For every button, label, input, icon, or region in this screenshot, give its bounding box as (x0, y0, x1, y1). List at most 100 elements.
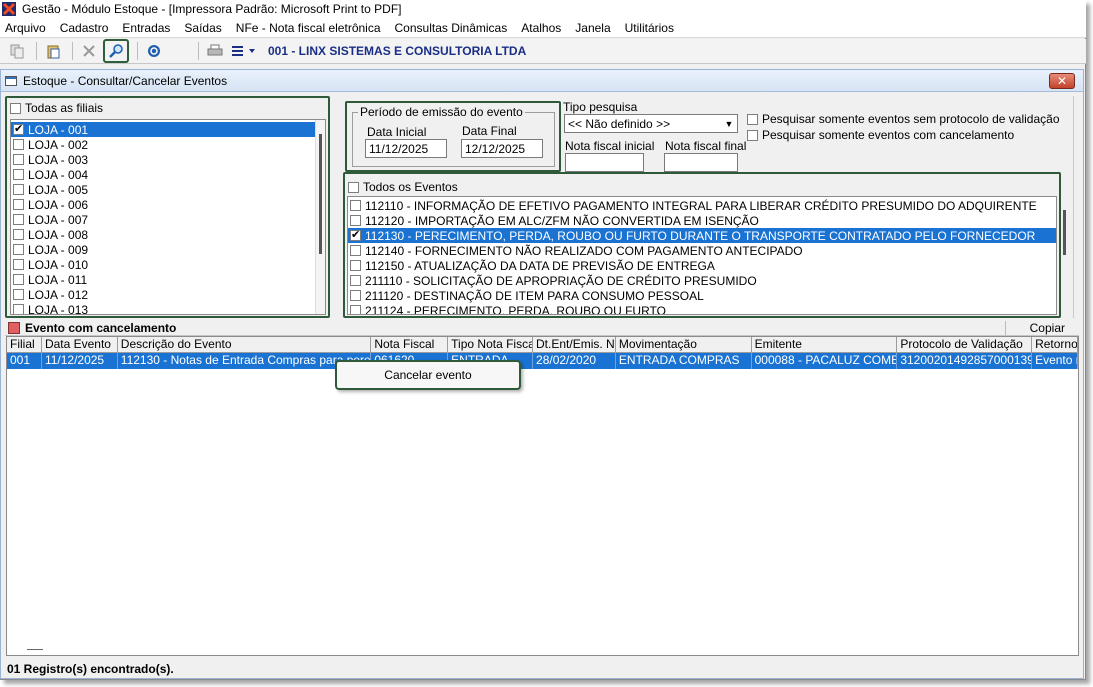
branches-scrollbar[interactable] (315, 120, 325, 314)
search-icon[interactable] (103, 39, 129, 63)
event-checkbox[interactable] (350, 200, 361, 211)
grid-column-header[interactable]: Emitente (751, 337, 898, 353)
opt-with-cancel[interactable]: Pesquisar somente eventos com cancelamen… (747, 128, 1014, 142)
grid-column-header[interactable]: Movimentação (615, 337, 752, 353)
branch-list-item[interactable]: LOJA - 010 (11, 257, 323, 272)
cancel-event-menu-item[interactable]: Cancelar evento (384, 368, 471, 382)
refresh-icon[interactable] (143, 41, 165, 61)
branch-label: LOJA - 001 (28, 122, 89, 137)
branch-list-item[interactable]: LOJA - 006 (11, 197, 323, 212)
event-checkbox[interactable] (350, 260, 361, 271)
grid-column-header[interactable]: Dt.Ent/Emis. NF (533, 337, 616, 353)
menu-cadastro[interactable]: Cadastro (60, 21, 109, 35)
copy-button[interactable]: Copiar (1004, 320, 1079, 335)
menu-arquivo[interactable]: Arquivo (5, 21, 46, 35)
branch-checkbox[interactable] (13, 184, 24, 195)
event-list-item[interactable]: 211120 - DESTINAÇÃO DE ITEM PARA CONSUMO… (348, 288, 1056, 303)
start-date-field[interactable]: 11/12/2025 (365, 139, 447, 158)
branch-checkbox[interactable] (13, 229, 24, 240)
branch-label: LOJA - 002 (28, 137, 89, 152)
event-checkbox[interactable] (350, 305, 361, 314)
branch-list-item[interactable]: LOJA - 007 (11, 212, 323, 227)
branch-list-item[interactable]: LOJA - 012 (11, 287, 323, 302)
table-row[interactable]: 001 11/12/2025 112130 - Notas de Entrada C… (7, 353, 1078, 369)
end-date-field[interactable]: 12/12/2025 (461, 139, 543, 158)
branch-checkbox[interactable] (13, 199, 24, 210)
event-label: 112120 - IMPORTAÇÃO EM ALC/ZFM NÃO CONVE… (365, 213, 759, 228)
all-events-checkbox[interactable] (348, 181, 359, 193)
nf-end-field[interactable] (664, 153, 738, 172)
grid-column-header[interactable]: Nota Fiscal (371, 337, 449, 353)
branch-checkbox[interactable] (13, 244, 24, 255)
grid-column-header[interactable]: Tipo Nota Fiscal (448, 337, 534, 353)
branch-label: LOJA - 011 (28, 272, 88, 287)
event-checkbox[interactable] (350, 290, 361, 301)
all-branches-toggle[interactable]: Todas as filiais (10, 101, 103, 115)
branch-checkbox[interactable] (13, 214, 24, 225)
grid-column-header[interactable]: Filial (7, 337, 42, 353)
branch-list-item[interactable]: LOJA - 002 (11, 137, 323, 152)
branch-list-item[interactable]: LOJA - 013 (11, 302, 323, 314)
event-list-item[interactable]: 112140 - FORNECIMENTO NÃO REALIZADO COM … (348, 243, 1056, 258)
opt-no-protocol-checkbox[interactable] (747, 113, 758, 125)
table-cell: 112130 - Notas de Entrada Compras para p… (118, 353, 372, 369)
event-checkbox[interactable] (350, 228, 361, 241)
grid-column-header[interactable]: Protocolo de Validação (897, 337, 1033, 353)
branch-checkbox[interactable] (13, 169, 24, 180)
branch-checkbox[interactable] (13, 259, 24, 270)
event-list-item[interactable]: 211110 - SOLICITAÇÃO DE APROPRIAÇÃO DE C… (348, 273, 1056, 288)
events-list[interactable]: 112110 - INFORMAÇÃO DE EFETIVO PAGAMENTO… (347, 196, 1057, 315)
event-checkbox[interactable] (350, 275, 361, 286)
branch-checkbox[interactable] (13, 289, 24, 300)
search-type-dropdown[interactable]: << Não definido >> ▼ (564, 114, 738, 133)
list-icon[interactable] (229, 41, 259, 61)
branches-list[interactable]: LOJA - 001LOJA - 002LOJA - 003LOJA - 004… (10, 119, 326, 315)
event-checkbox[interactable] (350, 215, 361, 226)
event-label: 211110 - SOLICITAÇÃO DE APROPRIAÇÃO DE C… (365, 273, 757, 288)
grid-column-header[interactable]: Retorno (1032, 337, 1078, 353)
events-scrollbar[interactable] (1063, 210, 1066, 255)
menu-saidas[interactable]: Saídas (184, 21, 221, 35)
branch-list-item[interactable]: LOJA - 001 (11, 122, 323, 137)
menu-utilitarios[interactable]: Utilitários (625, 21, 674, 35)
event-checkbox[interactable] (350, 245, 361, 256)
branch-checkbox[interactable] (13, 274, 24, 285)
event-list-item[interactable]: 211124 - PERECIMENTO, PERDA, ROUBO OU FU… (348, 303, 1056, 315)
event-list-item[interactable]: 112120 - IMPORTAÇÃO EM ALC/ZFM NÃO CONVE… (348, 213, 1056, 228)
all-branches-checkbox[interactable] (10, 102, 21, 114)
close-button[interactable]: ✕ (1049, 73, 1075, 89)
event-list-item[interactable]: 112110 - INFORMAÇÃO DE EFETIVO PAGAMENTO… (348, 198, 1056, 213)
branch-checkbox[interactable] (13, 139, 24, 150)
branch-list-item[interactable]: LOJA - 005 (11, 182, 323, 197)
menu-consultas-dinamicas[interactable]: Consultas Dinâmicas (395, 21, 508, 35)
table-cell: 11/12/2025 (42, 353, 118, 369)
opt-with-cancel-checkbox[interactable] (747, 129, 758, 141)
nf-start-field[interactable] (565, 153, 644, 172)
menu-janela[interactable]: Janela (575, 21, 610, 35)
chevron-down-icon[interactable]: ▼ (721, 115, 737, 132)
menu-entradas[interactable]: Entradas (122, 21, 170, 35)
paste-icon[interactable] (42, 41, 64, 61)
branch-list-item[interactable]: LOJA - 008 (11, 227, 323, 242)
print-icon[interactable] (204, 41, 226, 61)
events-window-title: Estoque - Consultar/Cancelar Eventos (23, 73, 228, 88)
branch-list-item[interactable]: LOJA - 011 (11, 272, 323, 287)
delete-icon[interactable] (78, 41, 100, 61)
all-events-toggle[interactable]: Todos os Eventos (348, 180, 458, 194)
branch-checkbox[interactable] (13, 122, 24, 135)
branch-checkbox[interactable] (13, 304, 24, 314)
branch-checkbox[interactable] (13, 154, 24, 165)
menu-nfe[interactable]: NFe - Nota fiscal eletrônica (236, 21, 381, 35)
grid-column-header[interactable]: Data Evento (41, 337, 118, 353)
event-list-item[interactable]: 112130 - PERECIMENTO, PERDA, ROUBO OU FU… (348, 228, 1056, 243)
grid-column-header[interactable]: Descrição do Evento (117, 337, 372, 353)
event-label: 211124 - PERECIMENTO, PERDA, ROUBO OU FU… (365, 303, 666, 315)
branch-list-item[interactable]: LOJA - 003 (11, 152, 323, 167)
branch-list-item[interactable]: LOJA - 004 (11, 167, 323, 182)
branch-list-item[interactable]: LOJA - 009 (11, 242, 323, 257)
menu-atalhos[interactable]: Atalhos (521, 21, 561, 35)
opt-no-protocol[interactable]: Pesquisar somente eventos sem protocolo … (747, 112, 1060, 126)
copy-icon[interactable] (6, 41, 28, 61)
event-list-item[interactable]: 112150 - ATUALIZAÇÃO DA DATA DE PREVISÃO… (348, 258, 1056, 273)
branch-label: LOJA - 004 (28, 167, 89, 182)
